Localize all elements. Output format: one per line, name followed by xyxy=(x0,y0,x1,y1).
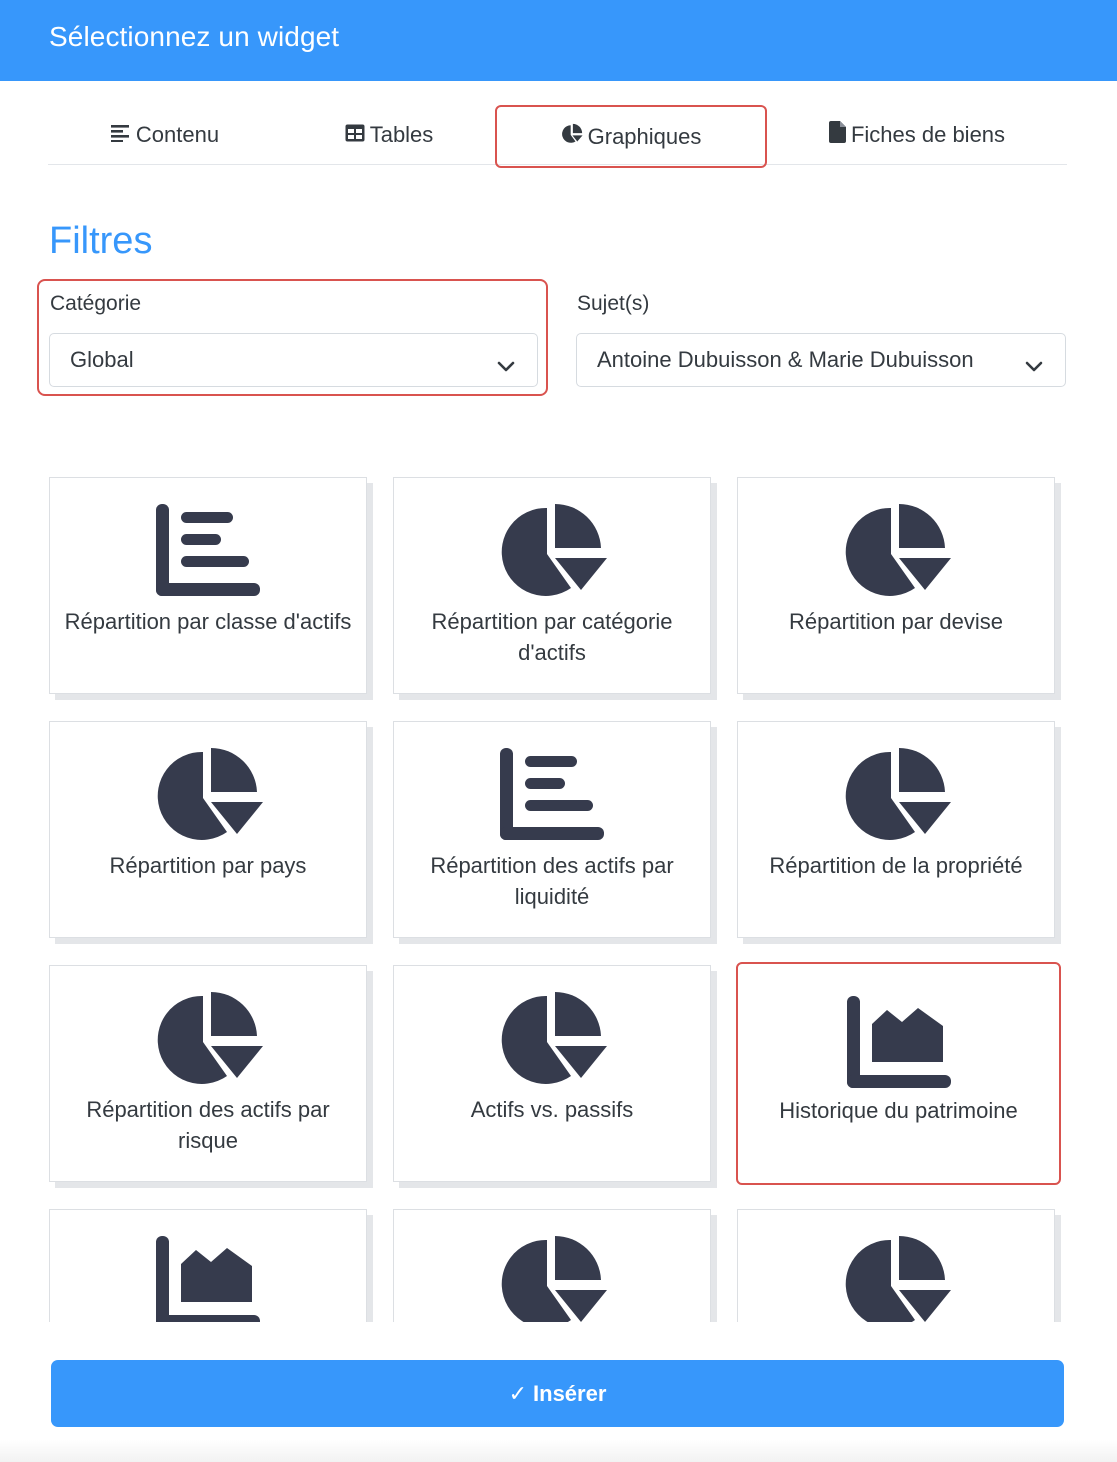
modal-header: Sélectionnez un widget xyxy=(0,0,1117,81)
tab-label: Graphiques xyxy=(587,123,702,149)
widget-label: Répartition par pays xyxy=(109,853,307,878)
widget-label: Actifs vs. passifs xyxy=(470,1097,634,1122)
widget-label: Répartition par catégorie d'actifs xyxy=(431,609,673,665)
table-icon xyxy=(345,122,370,148)
widget-card[interactable]: Répartition par catégorie d'actifs xyxy=(393,477,711,694)
pie-chart-icon xyxy=(561,123,588,151)
bar-chart-icon xyxy=(394,748,710,848)
widget-label: Répartition par devise xyxy=(788,609,1003,634)
widget-label: Répartition par classe d'actifs xyxy=(64,609,352,634)
pie-chart-icon xyxy=(50,992,366,1092)
widget-card[interactable]: Répartition par classe d'actifs xyxy=(49,477,367,694)
chevron-down-icon xyxy=(1025,353,1043,379)
tab-label: Tables xyxy=(369,122,434,147)
pie-chart-icon xyxy=(738,504,1054,604)
widget-type-tabs: Contenu Tables Graphiques Fiches de bien… xyxy=(48,105,1067,168)
pie-chart-icon xyxy=(394,992,710,1092)
bottom-edge xyxy=(0,1440,1117,1462)
pie-chart-icon xyxy=(50,748,366,848)
pie-chart-icon xyxy=(394,1236,710,1322)
widget-label: Répartition des actifs par liquidité xyxy=(430,853,674,909)
tab-fiches-de-biens[interactable]: Fiches de biens xyxy=(767,105,1067,165)
pie-chart-icon xyxy=(738,748,1054,848)
category-value: Global xyxy=(70,347,134,372)
widget-label: Répartition des actifs par risque xyxy=(86,1097,330,1153)
tab-graphiques[interactable]: Graphiques xyxy=(495,105,767,168)
pie-chart-icon xyxy=(738,1236,1054,1322)
widget-card[interactable]: Répartition par devise xyxy=(737,477,1055,694)
widget-card[interactable] xyxy=(49,1209,367,1322)
widget-card[interactable]: Répartition des actifs par liquidité xyxy=(393,721,711,938)
subjects-value: Antoine Dubuisson & Marie Dubuisson xyxy=(597,347,974,372)
subjects-label: Sujet(s) xyxy=(577,292,650,315)
tab-tables[interactable]: Tables xyxy=(282,105,496,165)
category-select[interactable]: Global xyxy=(49,333,538,387)
check-icon: ✓ xyxy=(508,1380,528,1406)
tab-label: Contenu xyxy=(135,122,220,147)
chevron-down-icon xyxy=(497,353,515,379)
area-chart-icon xyxy=(50,1236,366,1322)
widget-card[interactable]: Actifs vs. passifs xyxy=(393,965,711,1182)
filters-title: Filtres xyxy=(49,220,153,262)
widget-card[interactable] xyxy=(393,1209,711,1322)
category-label: Catégorie xyxy=(50,292,142,315)
tab-label: Fiches de biens xyxy=(850,122,1006,147)
widget-label: Historique du patrimoine xyxy=(779,1098,1018,1123)
tab-contenu[interactable]: Contenu xyxy=(48,105,282,165)
widget-card[interactable] xyxy=(737,1209,1055,1322)
widget-label: Répartition de la propriété xyxy=(769,853,1023,878)
widget-card-selected[interactable]: Historique du patrimoine xyxy=(736,962,1061,1185)
bar-chart-icon xyxy=(50,504,366,604)
insert-button[interactable]: ✓ Insérer xyxy=(51,1360,1064,1427)
widget-grid[interactable]: Répartition par classe d'actifs Répartit… xyxy=(0,470,1117,1322)
subjects-select[interactable]: Antoine Dubuisson & Marie Dubuisson xyxy=(576,333,1066,387)
align-left-icon xyxy=(110,122,136,148)
pie-chart-icon xyxy=(394,504,710,604)
area-chart-icon xyxy=(738,996,1059,1096)
widget-card[interactable]: Répartition de la propriété xyxy=(737,721,1055,938)
file-icon xyxy=(828,121,851,149)
widget-card[interactable]: Répartition des actifs par risque xyxy=(49,965,367,1182)
widget-card[interactable]: Répartition par pays xyxy=(49,721,367,938)
insert-label: Insérer xyxy=(533,1380,607,1406)
modal-title: Sélectionnez un widget xyxy=(49,21,340,52)
